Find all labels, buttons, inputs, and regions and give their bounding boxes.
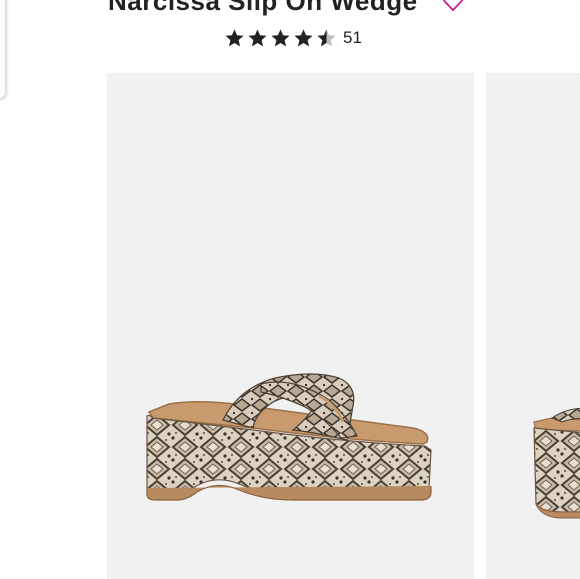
rating-stars <box>224 28 337 49</box>
half-star-icon <box>317 28 336 46</box>
snake-print-wedge-sandal-image <box>533 408 580 519</box>
star-icon <box>271 28 290 46</box>
side-drawer-edge[interactable] <box>0 0 5 98</box>
product-rating[interactable]: 51 <box>224 26 362 50</box>
star-icon <box>225 28 244 46</box>
product-image-main[interactable] <box>107 73 474 579</box>
star-icon <box>248 28 267 46</box>
favorite-heart-icon[interactable] <box>442 0 464 12</box>
star-icon <box>294 28 313 46</box>
review-count[interactable]: 51 <box>343 26 362 50</box>
product-page: Narcissa Slip On Wedge 51 <box>0 0 580 579</box>
product-title: Narcissa Slip On Wedge <box>108 0 418 16</box>
product-image-next[interactable] <box>486 73 580 579</box>
snake-print-wedge-sandal-image <box>146 373 432 501</box>
